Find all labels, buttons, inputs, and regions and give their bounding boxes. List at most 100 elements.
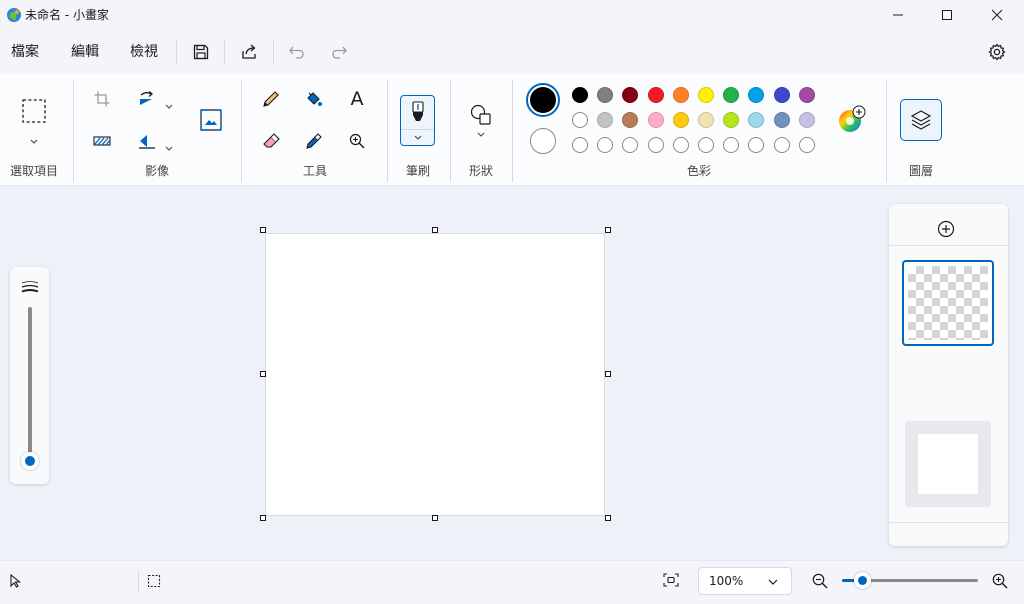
palette-color-swatch[interactable]: [622, 87, 639, 103]
zoom-in-icon: [349, 133, 365, 149]
canvas-resize-handle[interactable]: [260, 227, 266, 233]
canvas-resize-handle[interactable]: [605, 227, 611, 233]
palette-color-swatch[interactable]: [672, 112, 689, 128]
menu-edit[interactable]: 編輯: [71, 43, 99, 61]
menu-file[interactable]: 檔案: [11, 43, 39, 61]
canvas-resize-handle[interactable]: [605, 515, 611, 521]
zoom-slider-thumb[interactable]: [853, 572, 871, 589]
save-button[interactable]: [189, 40, 213, 64]
custom-color-slot[interactable]: [647, 137, 664, 153]
custom-color-slot[interactable]: [572, 137, 588, 153]
palette-color-swatch[interactable]: [798, 87, 815, 103]
edit-colors-button[interactable]: [837, 104, 867, 134]
custom-color-slot[interactable]: [597, 137, 614, 153]
resize-button[interactable]: [198, 107, 224, 133]
palette-color-swatch[interactable]: [773, 112, 790, 128]
redo-button[interactable]: [327, 40, 351, 64]
palette-color-swatch[interactable]: [647, 87, 664, 103]
brush-icon: [412, 101, 424, 121]
eyedropper-icon: [306, 133, 322, 149]
canvas-resize-handle[interactable]: [432, 227, 438, 233]
palette-color-swatch[interactable]: [572, 112, 588, 128]
app-icon: [7, 8, 21, 22]
custom-color-slot[interactable]: [698, 137, 714, 153]
palette-color-swatch[interactable]: [798, 112, 815, 128]
custom-color-slot[interactable]: [773, 137, 790, 153]
text-button[interactable]: A: [345, 87, 369, 111]
flip-button[interactable]: [135, 129, 159, 153]
palette-color-swatch[interactable]: [773, 87, 790, 103]
undo-button[interactable]: [285, 40, 309, 64]
layer-thumbnail-selected[interactable]: [902, 260, 994, 346]
brush-size-panel: [10, 267, 49, 484]
select-dropdown[interactable]: [29, 131, 39, 144]
minimize-icon: [893, 14, 903, 16]
flip-dropdown[interactable]: [164, 138, 174, 151]
select-tool-button[interactable]: [21, 98, 47, 124]
settings-button[interactable]: [985, 40, 1009, 64]
shapes-button[interactable]: [468, 102, 494, 142]
palette-color-swatch[interactable]: [572, 87, 588, 103]
brush-size-thumb[interactable]: [21, 452, 39, 470]
group-label-tools: 工具: [302, 164, 327, 178]
palette-color-swatch[interactable]: [597, 87, 614, 103]
close-button[interactable]: [974, 0, 1020, 30]
layers-button[interactable]: [900, 99, 942, 141]
menu-divider: [176, 40, 177, 64]
palette-color-swatch[interactable]: [723, 112, 740, 128]
palette-color-swatch[interactable]: [723, 87, 740, 103]
primary-color-button[interactable]: [526, 83, 560, 117]
transparency-checkerboard: [908, 266, 988, 340]
palette-color-swatch[interactable]: [622, 112, 639, 128]
group-label-layers: 圖層: [908, 164, 933, 178]
maximize-button[interactable]: [924, 0, 970, 30]
pencil-button[interactable]: [259, 87, 283, 111]
layer-thumbnail-background[interactable]: [905, 421, 991, 507]
custom-color-slot[interactable]: [748, 137, 765, 153]
rotate-dropdown[interactable]: [164, 96, 174, 109]
custom-color-slot[interactable]: [798, 137, 815, 153]
canvas-resize-handle[interactable]: [260, 515, 266, 521]
zoom-in-button[interactable]: [991, 572, 1009, 590]
canvas-resize-handle[interactable]: [605, 371, 611, 377]
menu-view[interactable]: 檢視: [130, 43, 158, 61]
fill-button[interactable]: [302, 87, 326, 111]
custom-color-slot[interactable]: [672, 137, 689, 153]
rotate-icon: [140, 91, 154, 105]
palette-color-swatch[interactable]: [672, 87, 689, 103]
selection-size-indicator: [147, 573, 161, 588]
ribbon-divider: [886, 80, 887, 182]
fit-to-window-button[interactable]: [662, 572, 680, 588]
zoom-out-button[interactable]: [811, 572, 829, 590]
palette-color-swatch[interactable]: [698, 112, 714, 128]
palette-color-swatch[interactable]: [748, 112, 765, 128]
secondary-color-button[interactable]: [530, 128, 556, 154]
group-label-shapes: 形狀: [468, 164, 493, 178]
magnifier-button[interactable]: [345, 129, 369, 153]
rotate-button[interactable]: [135, 87, 159, 111]
palette-color-swatch[interactable]: [698, 87, 714, 103]
zoom-value: 100%: [709, 574, 744, 588]
ribbon-divider: [73, 80, 74, 182]
brushes-button[interactable]: [400, 95, 435, 146]
image-effects-button[interactable]: [90, 129, 114, 153]
drawing-canvas[interactable]: [265, 233, 605, 516]
share-button[interactable]: [237, 40, 261, 64]
palette-color-swatch[interactable]: [748, 87, 765, 103]
eraser-button[interactable]: [259, 129, 283, 153]
brush-size-slider[interactable]: [28, 307, 32, 459]
palette-color-swatch[interactable]: [597, 112, 614, 128]
add-layer-button[interactable]: [937, 220, 955, 238]
paint-bucket-icon: [307, 92, 322, 106]
canvas-resize-handle[interactable]: [260, 371, 266, 377]
canvas-resize-handle[interactable]: [432, 515, 438, 521]
resize-image-icon: [200, 109, 222, 131]
crop-button[interactable]: [90, 87, 114, 111]
minimize-button[interactable]: [875, 0, 921, 30]
color-picker-button[interactable]: [302, 129, 326, 153]
custom-color-slot[interactable]: [622, 137, 639, 153]
toolbar-divider: [224, 40, 225, 64]
zoom-select[interactable]: 100%: [698, 567, 792, 595]
palette-color-swatch[interactable]: [647, 112, 664, 128]
custom-color-slot[interactable]: [723, 137, 740, 153]
